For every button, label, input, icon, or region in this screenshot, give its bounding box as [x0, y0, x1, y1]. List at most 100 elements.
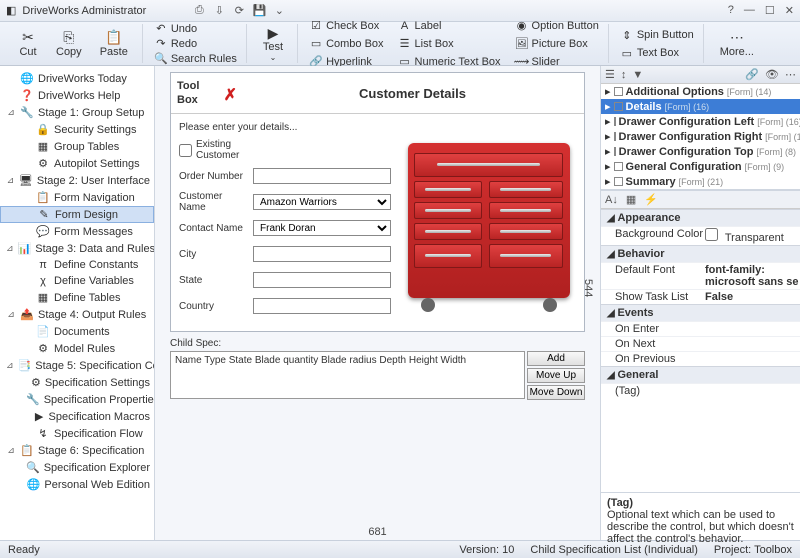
nav-item[interactable]: ▦Define Tables: [0, 289, 154, 306]
nav-item[interactable]: 🌐DriveWorks Today: [0, 70, 154, 87]
nav-item[interactable]: ⊿📋Stage 6: Specification: [0, 442, 154, 459]
more-button[interactable]: ⋯More...: [712, 28, 762, 60]
tree-row[interactable]: ▸Summary [Form] (21): [601, 174, 800, 189]
maximize-icon[interactable]: ☐: [765, 4, 775, 17]
form-prompt: Please enter your details...: [179, 122, 391, 133]
nav-item[interactable]: ✎Form Design: [0, 206, 154, 223]
nav-item[interactable]: 🔧Specification Properties: [0, 391, 154, 408]
nav-item[interactable]: ↯Specification Flow: [0, 425, 154, 442]
picture-control[interactable]: 🖼Picture Box: [512, 35, 602, 53]
customer-select[interactable]: Amazon Warriors: [253, 194, 391, 210]
form-canvas[interactable]: Tool Box✗ Customer Details Please enter …: [155, 66, 600, 540]
nav-item[interactable]: 🌐Personal Web Edition: [0, 476, 154, 493]
paste-icon: 📋: [104, 30, 124, 46]
movedown-button[interactable]: Move Down: [527, 385, 585, 400]
tree-row[interactable]: ▸Drawer Configuration Left [Form] (16): [601, 114, 800, 129]
prop-font: Default Font: [615, 264, 705, 288]
order-input[interactable]: [253, 168, 391, 184]
group-behavior[interactable]: ◢ Behavior: [601, 245, 800, 262]
redo-button[interactable]: ↷Redo: [151, 37, 240, 51]
nav-item[interactable]: 💬Form Messages: [0, 223, 154, 240]
link-icon[interactable]: 🔗: [745, 68, 759, 81]
cat-group-icon[interactable]: ▦: [626, 193, 636, 206]
undo-button[interactable]: ↶Undo: [151, 22, 240, 36]
child-spec-list[interactable]: Name Type State Blade quantity Blade rad…: [170, 351, 525, 399]
search-icon: 🔍: [154, 52, 168, 66]
cat-alpha-icon[interactable]: A↓: [605, 194, 618, 206]
close-icon[interactable]: ✕: [785, 4, 794, 17]
nav-item[interactable]: ▦Group Tables: [0, 138, 154, 155]
tree-row[interactable]: ▸Details [Form] (16): [601, 99, 800, 114]
test-button[interactable]: ▶Test⌄: [255, 23, 291, 64]
view-sort-icon[interactable]: ↕: [621, 69, 627, 81]
nav-item[interactable]: ⊿📑Stage 5: Specification Control: [0, 357, 154, 374]
nav-item[interactable]: ⚙Specification Settings: [0, 374, 154, 391]
qat-down-icon[interactable]: ⇩: [212, 4, 226, 17]
label-control[interactable]: ALabel: [395, 17, 504, 35]
city-input[interactable]: [253, 246, 391, 262]
qat-save-icon[interactable]: 💾: [252, 4, 266, 17]
nav-item[interactable]: 📄Documents: [0, 323, 154, 340]
qat-print-icon[interactable]: ⎙: [192, 4, 206, 17]
prop-bgcolor-val[interactable]: Transparent: [705, 228, 800, 244]
help-icon[interactable]: ?: [728, 4, 734, 17]
group-general[interactable]: ◢ General: [601, 366, 800, 383]
prop-tasklist-val[interactable]: False: [705, 291, 800, 303]
cut-button[interactable]: ✂Cut: [10, 28, 46, 60]
prop-font-val[interactable]: font-family: microsoft sans se: [705, 264, 800, 288]
minimize-icon[interactable]: —: [744, 4, 755, 17]
checkbox-control[interactable]: ☑Check Box: [306, 17, 386, 35]
cat-events-icon[interactable]: ⚡: [644, 193, 658, 206]
listbox-control[interactable]: ☰List Box: [395, 35, 504, 53]
property-grid[interactable]: A↓ ▦ ⚡ ◢ Appearance Background Color Tra…: [601, 190, 800, 492]
nav-item[interactable]: ⚙Autopilot Settings: [0, 155, 154, 172]
navigation-tree[interactable]: 🌐DriveWorks Today❓DriveWorks Help⊿🔧Stage…: [0, 66, 155, 540]
status-version: Version: 10: [459, 544, 514, 556]
nav-item[interactable]: 🔍Specification Explorer: [0, 459, 154, 476]
add-button[interactable]: Add: [527, 351, 585, 366]
prop-tasklist: Show Task List: [615, 291, 705, 303]
nav-item[interactable]: ⚙Model Rules: [0, 340, 154, 357]
textbox-icon: ▭: [620, 46, 634, 60]
view-list-icon[interactable]: ☰: [605, 68, 615, 81]
nav-item[interactable]: 🔒Security Settings: [0, 121, 154, 138]
nav-item[interactable]: ❓DriveWorks Help: [0, 87, 154, 104]
nav-item[interactable]: ▶Specification Macros: [0, 408, 154, 425]
nav-item[interactable]: χDefine Variables: [0, 273, 154, 289]
paste-button[interactable]: 📋Paste: [92, 28, 136, 60]
group-events[interactable]: ◢ Events: [601, 304, 800, 321]
spin-control[interactable]: ⇕Spin Button: [617, 26, 697, 44]
textbox-control[interactable]: ▭Text Box: [617, 44, 697, 62]
nav-item[interactable]: ⊿🖥Stage 2: User Interface: [0, 172, 154, 189]
qat-refresh-icon[interactable]: ⟳: [232, 4, 246, 17]
option-control[interactable]: ◉Option Button: [512, 17, 602, 35]
forms-tree[interactable]: ▸Additional Options [Form] (14)▸Details …: [601, 84, 800, 189]
contact-select[interactable]: Frank Doran: [253, 220, 391, 236]
existing-customer-checkbox[interactable]: [179, 144, 192, 157]
nav-item[interactable]: ⊿📊Stage 3: Data and Rules: [0, 240, 154, 257]
tree-row[interactable]: ▸General Configuration [Form] (9): [601, 159, 800, 174]
combobox-control[interactable]: ▭Combo Box: [306, 35, 386, 53]
label-icon: A: [398, 19, 412, 33]
country-input[interactable]: [253, 298, 391, 314]
nav-item[interactable]: πDefine Constants: [0, 257, 154, 273]
state-input[interactable]: [253, 272, 391, 288]
view-filter-icon[interactable]: ▼: [632, 69, 643, 81]
search-rules-button[interactable]: 🔍Search Rules: [151, 52, 240, 66]
tree-row[interactable]: ▸Drawer Configuration Right [Form] (12): [601, 129, 800, 144]
nav-item[interactable]: ⊿🔧Stage 1: Group Setup: [0, 104, 154, 121]
tree-row[interactable]: ▸Additional Options [Form] (14): [601, 84, 800, 99]
copy-button[interactable]: ⎘Copy: [48, 28, 90, 60]
nav-item[interactable]: 📋Form Navigation: [0, 189, 154, 206]
group-appearance[interactable]: ◢ Appearance: [601, 209, 800, 226]
qat-more-icon[interactable]: ⌄: [272, 4, 286, 17]
options-icon[interactable]: ⋯: [785, 68, 796, 81]
moveup-button[interactable]: Move Up: [527, 368, 585, 383]
test-icon: ▶: [263, 25, 283, 41]
eye-icon[interactable]: 👁: [765, 68, 779, 81]
tree-row[interactable]: ▸Drawer Configuration Top [Form] (8): [601, 144, 800, 159]
nav-item[interactable]: ⊿📤Stage 4: Output Rules: [0, 306, 154, 323]
redo-icon: ↷: [154, 37, 168, 51]
width-dim: 681: [368, 526, 386, 538]
customer-details-form[interactable]: Tool Box✗ Customer Details Please enter …: [170, 72, 585, 332]
